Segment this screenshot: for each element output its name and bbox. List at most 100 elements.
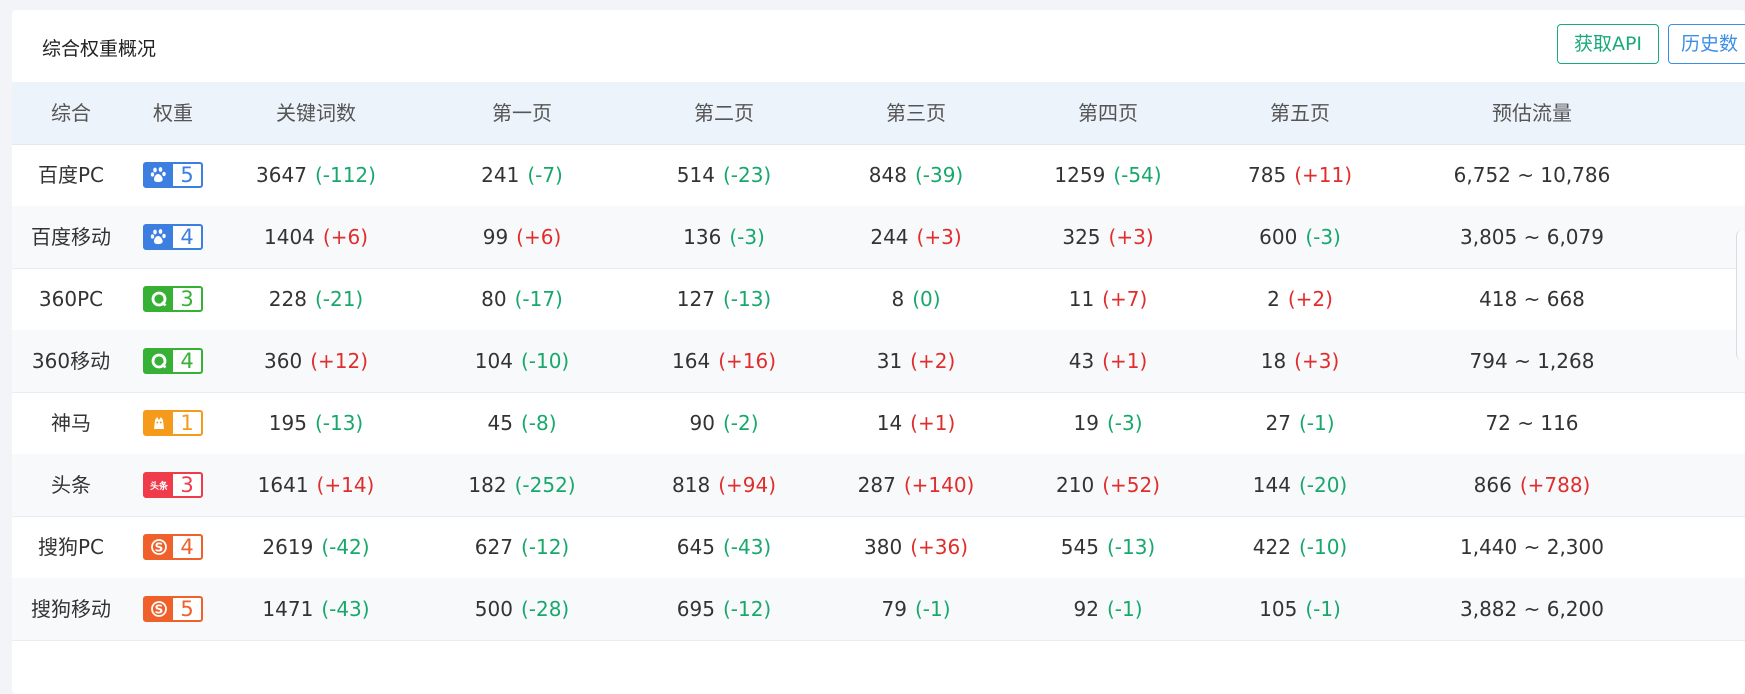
keywords-change: (+6): [322, 225, 368, 249]
page2-value[interactable]: 127: [677, 287, 715, 311]
keywords-change: (-13): [314, 411, 364, 435]
weight-badge[interactable]: 4: [143, 348, 203, 374]
weight-cell: 5: [130, 144, 216, 206]
traffic-change: (+788): [1519, 473, 1591, 497]
traffic-cell: 3,805 ~ 6,079: [1402, 206, 1662, 268]
page5-change: (-10): [1298, 535, 1348, 559]
svg-text:头条: 头条: [150, 480, 169, 492]
keywords-cell: 2619 (-42): [216, 516, 416, 578]
page1-value[interactable]: 80: [481, 287, 506, 311]
page3-value[interactable]: 848: [869, 163, 907, 187]
page3-value[interactable]: 287: [858, 473, 896, 497]
page3-value[interactable]: 8: [891, 287, 904, 311]
page2-change: (-3): [729, 225, 765, 249]
keywords-value[interactable]: 228: [269, 287, 307, 311]
keywords-value[interactable]: 2619: [262, 535, 313, 559]
page3-cell: 79 (-1): [820, 578, 1012, 640]
page3-value[interactable]: 380: [864, 535, 902, 559]
page2-value[interactable]: 818: [672, 473, 710, 497]
page3-cell: 14 (+1): [820, 392, 1012, 454]
weight-badge[interactable]: 4: [143, 224, 203, 250]
side-panel-edge[interactable]: [1736, 230, 1745, 360]
page5-value[interactable]: 2: [1267, 287, 1280, 311]
keywords-change: (-21): [314, 287, 364, 311]
page2-value[interactable]: 90: [690, 411, 715, 435]
page4-value[interactable]: 545: [1061, 535, 1099, 559]
page2-value[interactable]: 164: [672, 349, 710, 373]
page2-cell: 90 (-2): [628, 392, 820, 454]
page4-value[interactable]: 19: [1074, 411, 1099, 435]
page3-value[interactable]: 244: [870, 225, 908, 249]
page2-change: (+16): [718, 349, 776, 373]
keywords-change: (-42): [321, 535, 370, 559]
page3-value[interactable]: 31: [877, 349, 902, 373]
page4-cell: 545 (-13): [1012, 516, 1204, 578]
weight-cell: 4: [130, 330, 216, 392]
keywords-value[interactable]: 3647: [256, 163, 307, 187]
page1-value[interactable]: 45: [488, 411, 513, 435]
weight-badge[interactable]: S5: [143, 596, 203, 622]
page4-value[interactable]: 210: [1056, 473, 1094, 497]
weight-badge[interactable]: 3: [143, 286, 203, 312]
header-estimated-traffic: 预估流量: [1492, 101, 1572, 125]
keywords-value[interactable]: 1404: [264, 225, 315, 249]
page1-value[interactable]: 627: [475, 535, 513, 559]
page3-value[interactable]: 14: [877, 411, 902, 435]
page1-value[interactable]: 104: [475, 349, 513, 373]
engine-name: 搜狗移动: [31, 597, 111, 621]
page2-value[interactable]: 645: [677, 535, 715, 559]
page4-value[interactable]: 11: [1069, 287, 1094, 311]
traffic-value: 1,440 ~ 2,300: [1460, 535, 1604, 559]
page2-value[interactable]: 136: [683, 225, 721, 249]
page4-value[interactable]: 43: [1069, 349, 1094, 373]
header-page2: 第二页: [694, 101, 754, 125]
weight-badge[interactable]: 1: [143, 410, 203, 436]
keywords-value[interactable]: 360: [264, 349, 302, 373]
engine-name: 百度移动: [31, 225, 111, 249]
page5-change: (-1): [1298, 411, 1335, 435]
page5-value[interactable]: 785: [1248, 163, 1286, 187]
page2-value[interactable]: 514: [677, 163, 715, 187]
page4-value[interactable]: 92: [1074, 597, 1099, 621]
page5-cell: 105 (-1): [1204, 578, 1396, 640]
keywords-value[interactable]: 195: [269, 411, 307, 435]
page4-value[interactable]: 325: [1062, 225, 1100, 249]
keywords-value[interactable]: 1641: [258, 473, 309, 497]
page5-value[interactable]: 600: [1259, 225, 1297, 249]
history-data-button[interactable]: 历史数: [1668, 24, 1745, 64]
get-api-button[interactable]: 获取API: [1557, 24, 1659, 64]
page5-value[interactable]: 422: [1253, 535, 1291, 559]
weight-cell: 头条 3: [130, 454, 216, 516]
weight-cell: 3: [130, 268, 216, 330]
baidu-icon: [145, 164, 173, 186]
page2-change: (-43): [722, 535, 772, 559]
page5-value[interactable]: 27: [1266, 411, 1291, 435]
page1-change: (-252): [514, 473, 576, 497]
page2-value[interactable]: 695: [677, 597, 715, 621]
page1-value[interactable]: 99: [483, 225, 508, 249]
page1-value[interactable]: 500: [475, 597, 513, 621]
page4-cell: 210 (+52): [1012, 454, 1204, 516]
page5-value[interactable]: 105: [1259, 597, 1297, 621]
weight-badge[interactable]: S4: [143, 534, 203, 560]
page2-cell: 695 (-12): [628, 578, 820, 640]
baidu-icon: [145, 226, 173, 248]
page2-change: (-23): [722, 163, 772, 187]
page5-value[interactable]: 144: [1253, 473, 1291, 497]
shenma-icon: [145, 412, 173, 434]
page1-value[interactable]: 241: [481, 163, 519, 187]
page5-cell: 600 (-3): [1204, 206, 1396, 268]
weight-badge[interactable]: 头条 3: [143, 472, 203, 498]
page5-value[interactable]: 18: [1261, 349, 1286, 373]
table-row: 神马 1 195 (-13) 45 (-8) 90 (-2) 14 (+1) 19 (-3) 27 (-1…: [12, 392, 1745, 455]
page3-value[interactable]: 79: [882, 597, 907, 621]
page4-value[interactable]: 1259: [1054, 163, 1105, 187]
page3-cell: 31 (+2): [820, 330, 1012, 392]
header-page4: 第四页: [1078, 101, 1138, 125]
engine-name: 头条: [51, 473, 91, 497]
keywords-value[interactable]: 1471: [262, 597, 313, 621]
page1-value[interactable]: 182: [468, 473, 506, 497]
weight-overview-card: 综合权重概况 获取API 历史数 综合 权重 关键词数 第一页 第二页 第三页 …: [12, 10, 1745, 694]
weight-badge[interactable]: 5: [143, 162, 203, 188]
page4-cell: 1259 (-54): [1012, 144, 1204, 206]
